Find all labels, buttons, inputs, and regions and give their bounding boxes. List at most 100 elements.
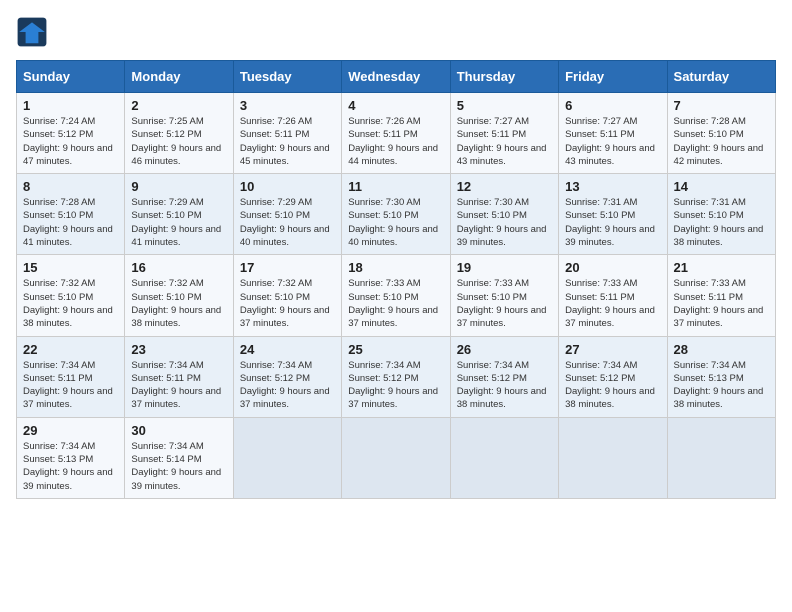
day-info: Sunrise: 7:34 AMSunset: 5:12 PMDaylight:… [348,360,438,411]
calendar-cell: 23 Sunrise: 7:34 AMSunset: 5:11 PMDaylig… [125,336,233,417]
calendar-cell: 16 Sunrise: 7:32 AMSunset: 5:10 PMDaylig… [125,255,233,336]
day-number: 9 [131,179,226,194]
calendar-cell: 25 Sunrise: 7:34 AMSunset: 5:12 PMDaylig… [342,336,450,417]
weekday-header-saturday: Saturday [667,61,775,93]
calendar-cell: 9 Sunrise: 7:29 AMSunset: 5:10 PMDayligh… [125,174,233,255]
calendar-cell: 7 Sunrise: 7:28 AMSunset: 5:10 PMDayligh… [667,93,775,174]
day-number: 29 [23,423,118,438]
weekday-header-friday: Friday [559,61,667,93]
day-info: Sunrise: 7:32 AMSunset: 5:10 PMDaylight:… [23,278,113,329]
weekday-header-monday: Monday [125,61,233,93]
day-info: Sunrise: 7:33 AMSunset: 5:11 PMDaylight:… [674,278,764,329]
day-info: Sunrise: 7:33 AMSunset: 5:10 PMDaylight:… [348,278,438,329]
calendar-cell [342,417,450,498]
day-number: 22 [23,342,118,357]
header [16,16,776,48]
day-number: 20 [565,260,660,275]
day-info: Sunrise: 7:31 AMSunset: 5:10 PMDaylight:… [674,197,764,248]
day-info: Sunrise: 7:26 AMSunset: 5:11 PMDaylight:… [240,116,330,167]
calendar-cell: 6 Sunrise: 7:27 AMSunset: 5:11 PMDayligh… [559,93,667,174]
weekday-header-thursday: Thursday [450,61,558,93]
calendar-week-4: 22 Sunrise: 7:34 AMSunset: 5:11 PMDaylig… [17,336,776,417]
calendar-cell: 2 Sunrise: 7:25 AMSunset: 5:12 PMDayligh… [125,93,233,174]
calendar-week-5: 29 Sunrise: 7:34 AMSunset: 5:13 PMDaylig… [17,417,776,498]
calendar-cell [233,417,341,498]
day-info: Sunrise: 7:34 AMSunset: 5:11 PMDaylight:… [23,360,113,411]
day-number: 7 [674,98,769,113]
day-number: 25 [348,342,443,357]
calendar-cell: 21 Sunrise: 7:33 AMSunset: 5:11 PMDaylig… [667,255,775,336]
day-number: 26 [457,342,552,357]
day-info: Sunrise: 7:33 AMSunset: 5:10 PMDaylight:… [457,278,547,329]
calendar-week-2: 8 Sunrise: 7:28 AMSunset: 5:10 PMDayligh… [17,174,776,255]
calendar-cell: 26 Sunrise: 7:34 AMSunset: 5:12 PMDaylig… [450,336,558,417]
day-number: 2 [131,98,226,113]
calendar-cell: 8 Sunrise: 7:28 AMSunset: 5:10 PMDayligh… [17,174,125,255]
calendar-cell: 20 Sunrise: 7:33 AMSunset: 5:11 PMDaylig… [559,255,667,336]
calendar-cell: 17 Sunrise: 7:32 AMSunset: 5:10 PMDaylig… [233,255,341,336]
day-info: Sunrise: 7:34 AMSunset: 5:14 PMDaylight:… [131,441,221,492]
day-number: 1 [23,98,118,113]
day-number: 24 [240,342,335,357]
day-number: 12 [457,179,552,194]
day-info: Sunrise: 7:26 AMSunset: 5:11 PMDaylight:… [348,116,438,167]
day-number: 23 [131,342,226,357]
day-info: Sunrise: 7:31 AMSunset: 5:10 PMDaylight:… [565,197,655,248]
logo-icon [16,16,48,48]
day-number: 13 [565,179,660,194]
calendar-cell: 18 Sunrise: 7:33 AMSunset: 5:10 PMDaylig… [342,255,450,336]
day-number: 19 [457,260,552,275]
day-info: Sunrise: 7:24 AMSunset: 5:12 PMDaylight:… [23,116,113,167]
weekday-header-row: SundayMondayTuesdayWednesdayThursdayFrid… [17,61,776,93]
calendar-cell [450,417,558,498]
day-number: 3 [240,98,335,113]
calendar-table: SundayMondayTuesdayWednesdayThursdayFrid… [16,60,776,499]
calendar-cell: 29 Sunrise: 7:34 AMSunset: 5:13 PMDaylig… [17,417,125,498]
calendar-cell: 3 Sunrise: 7:26 AMSunset: 5:11 PMDayligh… [233,93,341,174]
calendar-body: 1 Sunrise: 7:24 AMSunset: 5:12 PMDayligh… [17,93,776,499]
calendar-cell: 5 Sunrise: 7:27 AMSunset: 5:11 PMDayligh… [450,93,558,174]
calendar-cell: 4 Sunrise: 7:26 AMSunset: 5:11 PMDayligh… [342,93,450,174]
day-info: Sunrise: 7:32 AMSunset: 5:10 PMDaylight:… [240,278,330,329]
calendar-cell: 12 Sunrise: 7:30 AMSunset: 5:10 PMDaylig… [450,174,558,255]
day-info: Sunrise: 7:29 AMSunset: 5:10 PMDaylight:… [240,197,330,248]
weekday-header-tuesday: Tuesday [233,61,341,93]
day-number: 8 [23,179,118,194]
day-info: Sunrise: 7:28 AMSunset: 5:10 PMDaylight:… [23,197,113,248]
day-number: 27 [565,342,660,357]
day-number: 16 [131,260,226,275]
calendar-cell: 13 Sunrise: 7:31 AMSunset: 5:10 PMDaylig… [559,174,667,255]
calendar-cell: 15 Sunrise: 7:32 AMSunset: 5:10 PMDaylig… [17,255,125,336]
day-info: Sunrise: 7:27 AMSunset: 5:11 PMDaylight:… [565,116,655,167]
day-number: 10 [240,179,335,194]
day-info: Sunrise: 7:25 AMSunset: 5:12 PMDaylight:… [131,116,221,167]
day-number: 6 [565,98,660,113]
day-number: 18 [348,260,443,275]
day-info: Sunrise: 7:29 AMSunset: 5:10 PMDaylight:… [131,197,221,248]
calendar-cell: 10 Sunrise: 7:29 AMSunset: 5:10 PMDaylig… [233,174,341,255]
calendar-week-1: 1 Sunrise: 7:24 AMSunset: 5:12 PMDayligh… [17,93,776,174]
logo [16,16,52,48]
calendar-cell [667,417,775,498]
calendar-cell: 1 Sunrise: 7:24 AMSunset: 5:12 PMDayligh… [17,93,125,174]
day-number: 30 [131,423,226,438]
day-number: 4 [348,98,443,113]
day-info: Sunrise: 7:30 AMSunset: 5:10 PMDaylight:… [348,197,438,248]
day-number: 17 [240,260,335,275]
day-number: 5 [457,98,552,113]
day-info: Sunrise: 7:33 AMSunset: 5:11 PMDaylight:… [565,278,655,329]
calendar-cell [559,417,667,498]
day-info: Sunrise: 7:34 AMSunset: 5:12 PMDaylight:… [240,360,330,411]
calendar-cell: 22 Sunrise: 7:34 AMSunset: 5:11 PMDaylig… [17,336,125,417]
day-info: Sunrise: 7:27 AMSunset: 5:11 PMDaylight:… [457,116,547,167]
day-number: 28 [674,342,769,357]
day-info: Sunrise: 7:34 AMSunset: 5:12 PMDaylight:… [457,360,547,411]
calendar-cell: 19 Sunrise: 7:33 AMSunset: 5:10 PMDaylig… [450,255,558,336]
day-number: 14 [674,179,769,194]
day-info: Sunrise: 7:32 AMSunset: 5:10 PMDaylight:… [131,278,221,329]
day-number: 15 [23,260,118,275]
day-info: Sunrise: 7:28 AMSunset: 5:10 PMDaylight:… [674,116,764,167]
calendar-cell: 30 Sunrise: 7:34 AMSunset: 5:14 PMDaylig… [125,417,233,498]
calendar-cell: 11 Sunrise: 7:30 AMSunset: 5:10 PMDaylig… [342,174,450,255]
day-info: Sunrise: 7:34 AMSunset: 5:11 PMDaylight:… [131,360,221,411]
